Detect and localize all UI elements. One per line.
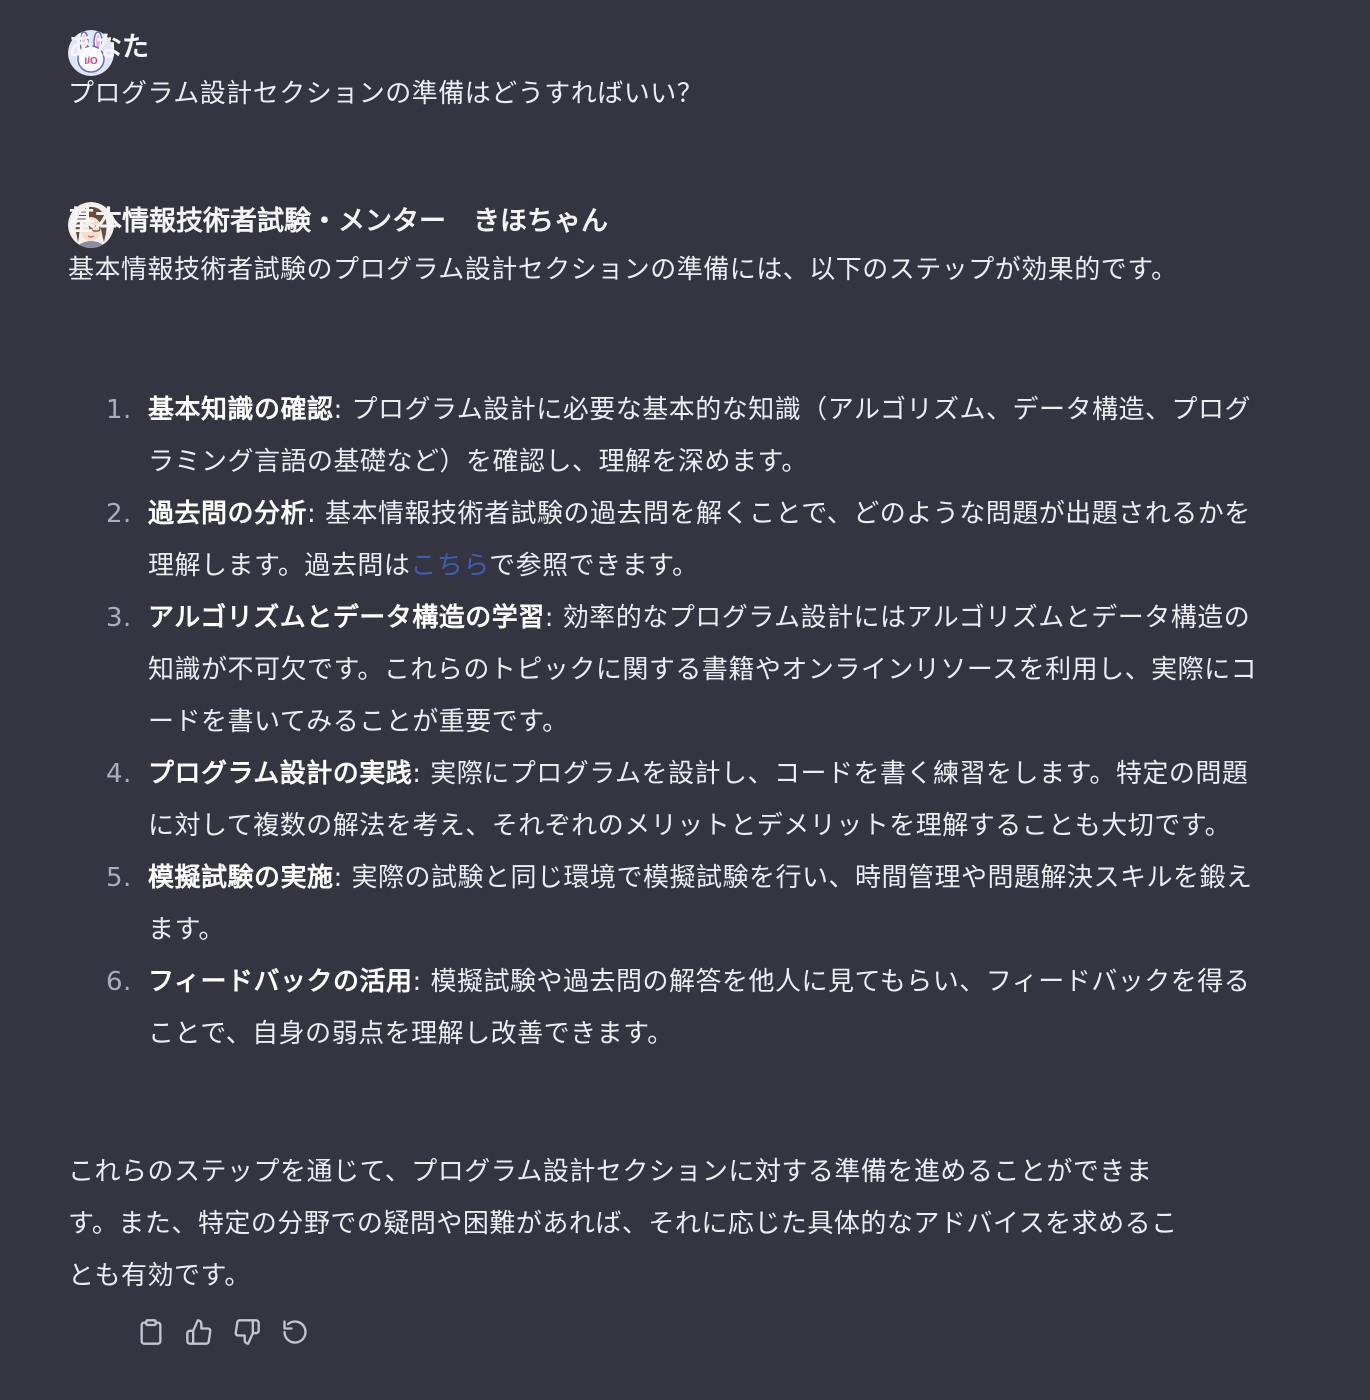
thumbs-down-button[interactable] [232, 1314, 262, 1350]
list-number: 5. [106, 863, 132, 893]
assistant-outro-text: これらのステップを通じて、プログラム設計セクションに対する準備を進めることができ… [68, 1157, 1178, 1291]
thumbs-down-icon [234, 1319, 260, 1345]
step-title: 過去問の分析 [148, 499, 308, 529]
thumbs-up-button[interactable] [184, 1314, 214, 1350]
copy-button[interactable] [136, 1314, 166, 1350]
regenerate-icon [283, 1320, 307, 1344]
step-title: プログラム設計の実践 [148, 759, 413, 789]
list-number: 2. [106, 499, 132, 529]
list-item: 6. フィードバックの活用: 模擬試験や過去問の解答を他人に見てもらい、フィード… [106, 956, 1266, 1060]
message-actions [136, 1314, 310, 1350]
steps-list: 1. 基本知識の確認: プログラム設計に必要な基本的な知識（アルゴリズム、データ… [106, 384, 1266, 1060]
regenerate-button[interactable] [280, 1314, 310, 1350]
thumbs-up-icon [186, 1319, 212, 1345]
list-item: 5. 模擬試験の実施: 実際の試験と同じ環境で模擬試験を行い、時間管理や問題解決… [106, 852, 1266, 956]
assistant-intro-text: 基本情報技術者試験のプログラム設計セクションの準備には、以下のステップが効果的で… [68, 255, 1178, 285]
list-number: 6. [106, 967, 132, 997]
past-exams-link[interactable]: こちら [410, 551, 489, 581]
step-title: 基本知識の確認 [148, 395, 334, 425]
list-number: 1. [106, 395, 132, 425]
step-title: フィードバックの活用 [148, 967, 413, 997]
user-message-text: プログラム設計セクションの準備はどうすればいい？ [68, 79, 704, 109]
list-item: 4. プログラム設計の実践: 実際にプログラムを設計し、コードを書く練習をします… [106, 748, 1266, 852]
list-item: 2. 過去問の分析: 基本情報技術者試験の過去問を解くことで、どのような問題が出… [106, 488, 1266, 592]
clipboard-icon [140, 1319, 162, 1345]
step-body: : 基本情報技術者試験の過去問を解くことで、どのような問題が出題されるかを理解し… [148, 499, 1251, 581]
list-number: 4. [106, 759, 132, 789]
list-item: 1. 基本知識の確認: プログラム設計に必要な基本的な知識（アルゴリズム、データ… [106, 384, 1266, 488]
list-number: 3. [106, 603, 132, 633]
step-body-after-link: で参照できます。 [489, 551, 699, 581]
list-item: 3. アルゴリズムとデータ構造の学習: 効率的なプログラム設計にはアルゴリズムと… [106, 592, 1266, 748]
assistant-author-name: 基本情報技術者試験・メンター きほちゃん [68, 206, 608, 237]
user-author-name: あなた [68, 32, 149, 63]
step-title: 模擬試験の実施 [148, 863, 334, 893]
step-title: アルゴリズムとデータ構造の学習 [148, 603, 545, 633]
